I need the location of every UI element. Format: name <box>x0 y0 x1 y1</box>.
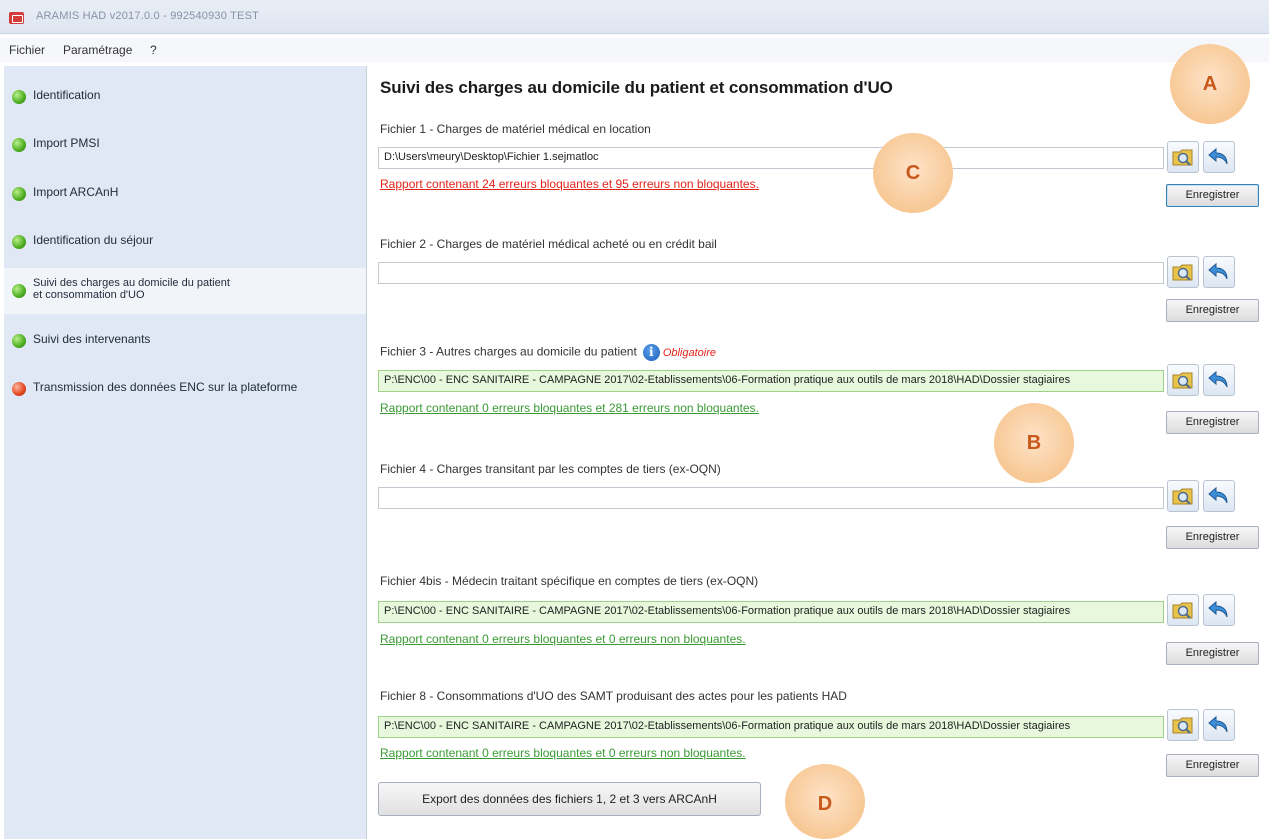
status-green-icon <box>12 334 26 348</box>
file-2-label: Fichier 2 - Charges de matériel médical … <box>380 237 717 251</box>
file-4-undo-button[interactable] <box>1203 480 1235 512</box>
export-arcanh-button[interactable]: Export des données des fichiers 1, 2 et … <box>378 782 761 816</box>
status-green-icon <box>12 187 26 201</box>
file-2-path-field[interactable] <box>378 262 1164 284</box>
file-8-undo-button[interactable] <box>1203 709 1235 741</box>
callout-b: B <box>994 403 1074 483</box>
sidebar-item-import-pmsi[interactable]: Import PMSI <box>4 136 366 160</box>
file-2-undo-button[interactable] <box>1203 256 1235 288</box>
file-3-report-link[interactable]: Rapport contenant 0 erreurs bloquantes e… <box>380 401 759 415</box>
file-1-save-button[interactable]: Enregistrer <box>1166 184 1259 207</box>
required-label: Obligatoire <box>662 346 717 359</box>
sidebar-item-transmission[interactable]: Transmission des données ENC sur la plat… <box>4 380 366 404</box>
info-icon[interactable]: i <box>642 344 660 361</box>
status-green-icon <box>12 138 26 152</box>
status-green-icon <box>12 284 26 298</box>
file-1-path-field[interactable]: D:\Users\meury\Desktop\Fichier 1.sejmatl… <box>378 147 1164 169</box>
file-8-browse-button[interactable] <box>1167 709 1199 741</box>
file-1-report-link[interactable]: Rapport contenant 24 erreurs bloquantes … <box>380 177 759 191</box>
menu-fichier[interactable]: Fichier <box>9 43 45 57</box>
file-8-report-link[interactable]: Rapport contenant 0 erreurs bloquantes e… <box>380 746 746 760</box>
menu-help[interactable]: ? <box>150 43 157 57</box>
file-1-undo-button[interactable] <box>1203 141 1235 173</box>
sidebar-item-label: Import PMSI <box>33 136 100 150</box>
sidebar-item-suivi-intervenants[interactable]: Suivi des intervenants <box>4 332 366 356</box>
file-8-path-field[interactable]: P:\ENC\00 - ENC SANITAIRE - CAMPAGNE 201… <box>378 716 1164 738</box>
file-1-label: Fichier 1 - Charges de matériel médical … <box>380 122 651 136</box>
callout-a: A <box>1170 44 1250 124</box>
sidebar-item-suivi-charges[interactable]: Suivi des charges au domicile du patient… <box>4 268 366 314</box>
sidebar-item-label: Import ARCAnH <box>33 185 119 199</box>
file-8-label: Fichier 8 - Consommations d'UO des SAMT … <box>380 689 847 703</box>
sidebar-item-label: Identification du séjour <box>33 233 154 247</box>
file-3-label-row: Fichier 3 - Autres charges au domicile d… <box>380 344 716 361</box>
file-8-save-button[interactable]: Enregistrer <box>1166 754 1259 777</box>
status-green-icon <box>12 235 26 249</box>
file-4bis-report-link[interactable]: Rapport contenant 0 erreurs bloquantes e… <box>380 632 746 646</box>
file-2-save-button[interactable]: Enregistrer <box>1166 299 1259 322</box>
sidebar-item-identification[interactable]: Identification <box>4 88 366 112</box>
file-2-browse-button[interactable] <box>1167 256 1199 288</box>
file-4bis-browse-button[interactable] <box>1167 594 1199 626</box>
title-bar: ARAMIS HAD v2017.0.0 - 992540930 TEST <box>0 0 1269 34</box>
sidebar-item-label: Identification <box>33 88 101 102</box>
file-3-path-field[interactable]: P:\ENC\00 - ENC SANITAIRE - CAMPAGNE 201… <box>378 370 1164 392</box>
file-3-save-button[interactable]: Enregistrer <box>1166 411 1259 434</box>
file-4bis-path-field[interactable]: P:\ENC\00 - ENC SANITAIRE - CAMPAGNE 201… <box>378 601 1164 623</box>
sidebar-item-import-arcanh[interactable]: Import ARCAnH <box>4 185 366 209</box>
status-red-icon <box>12 382 26 396</box>
file-4bis-label: Fichier 4bis - Médecin traitant spécifiq… <box>380 574 759 588</box>
file-4-save-button[interactable]: Enregistrer <box>1166 526 1259 549</box>
file-4-browse-button[interactable] <box>1167 480 1199 512</box>
file-4-path-field[interactable] <box>378 487 1164 509</box>
callout-c: C <box>873 133 953 213</box>
menu-bar: Fichier Paramétrage ? <box>0 38 1269 62</box>
status-green-icon <box>12 90 26 104</box>
sidebar-item-label: Transmission des données ENC sur la plat… <box>33 380 298 394</box>
file-4bis-save-button[interactable]: Enregistrer <box>1166 642 1259 665</box>
sidebar-item-label: Suivi des charges au domicile du patient… <box>33 277 230 301</box>
file-4-label: Fichier 4 - Charges transitant par les c… <box>380 462 721 476</box>
sidebar-item-label: Suivi des intervenants <box>33 332 151 346</box>
file-4bis-undo-button[interactable] <box>1203 594 1235 626</box>
file-3-browse-button[interactable] <box>1167 364 1199 396</box>
app-icon <box>9 12 24 24</box>
sidebar-item-identification-sejour[interactable]: Identification du séjour <box>4 233 366 257</box>
file-1-browse-button[interactable] <box>1167 141 1199 173</box>
menu-parametrage[interactable]: Paramétrage <box>63 43 132 57</box>
window-title: ARAMIS HAD v2017.0.0 - 992540930 TEST <box>36 10 260 22</box>
file-3-label: Fichier 3 - Autres charges au domicile d… <box>380 344 637 359</box>
page-title: Suivi des charges au domicile du patient… <box>380 78 893 97</box>
main-panel: Suivi des charges au domicile du patient… <box>368 66 1269 839</box>
callout-d: D <box>785 764 865 839</box>
sidebar: Identification Import PMSI Import ARCAnH… <box>4 66 367 839</box>
file-3-undo-button[interactable] <box>1203 364 1235 396</box>
